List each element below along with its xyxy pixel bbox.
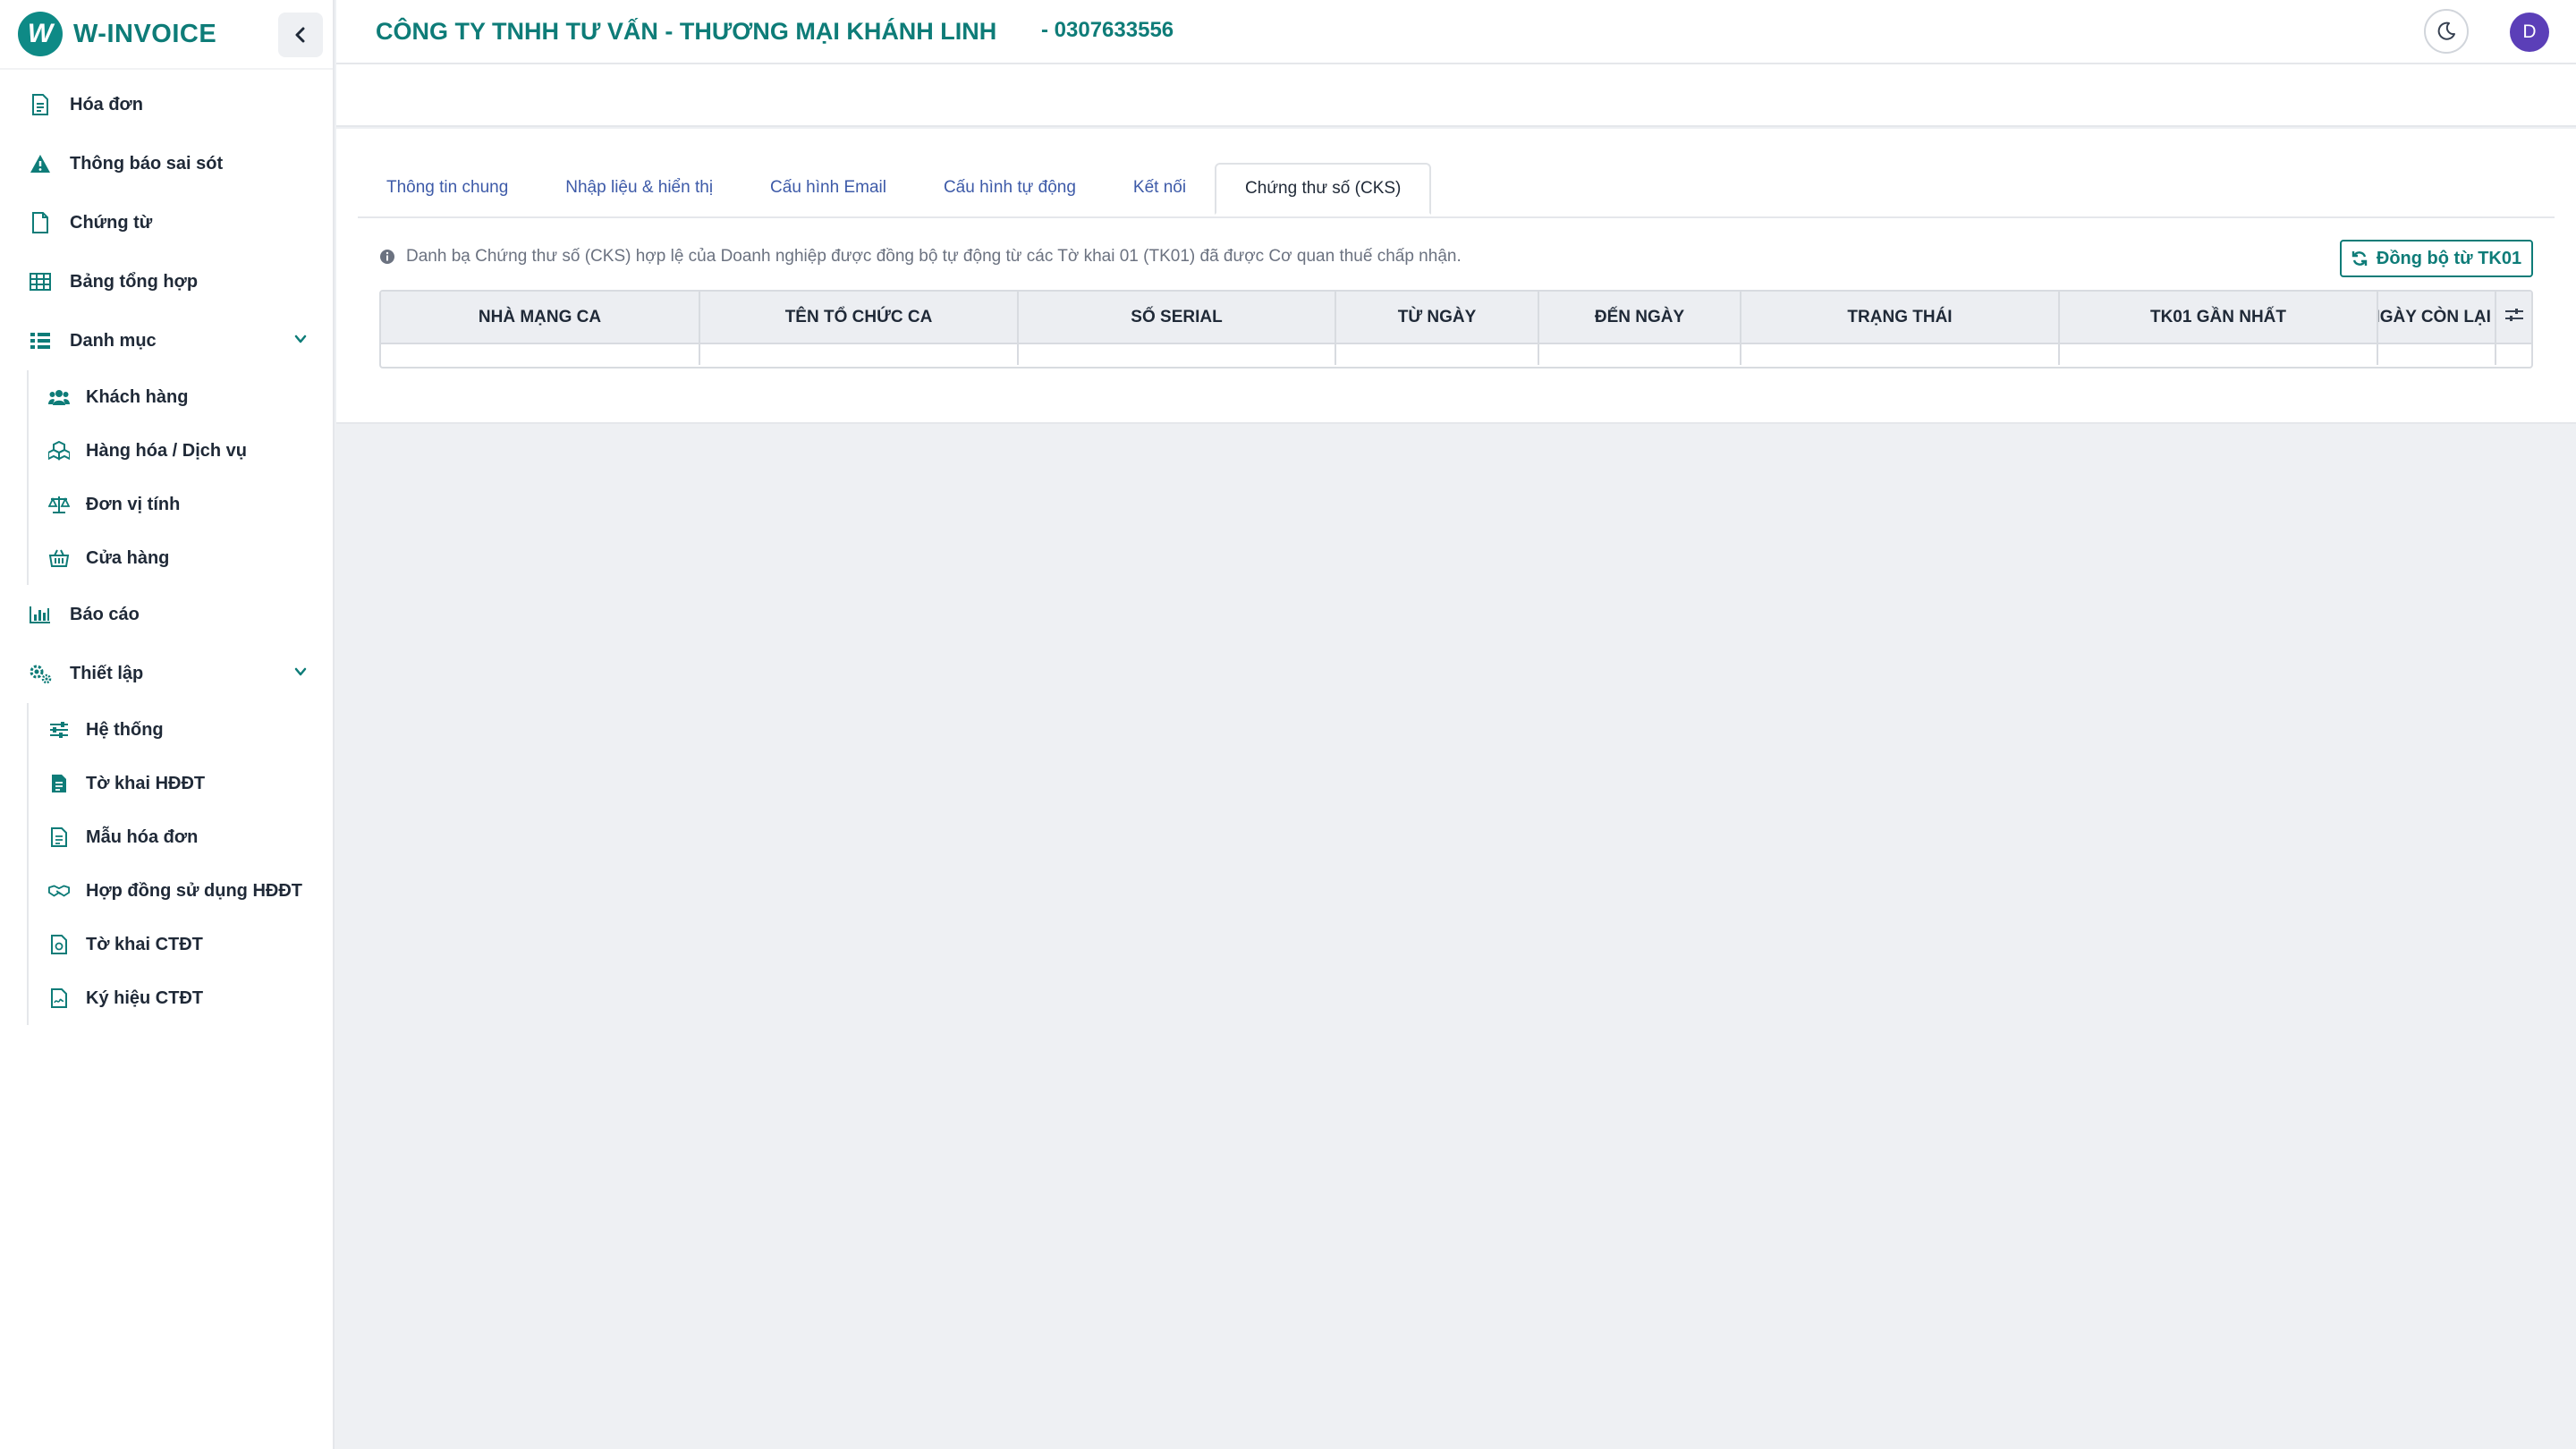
sidebar-item-don-vi-tinh[interactable]: Đơn vị tính: [29, 478, 333, 531]
top-header: CÔNG TY TNHH TƯ VẤN - THƯƠNG MẠI KHÁNH L…: [336, 0, 2576, 64]
sidebar-item-label: Hợp đồng sử dụng HĐĐT: [86, 880, 302, 901]
file-text-icon: [48, 773, 70, 794]
store-icon: [48, 547, 70, 569]
sidebar-item-hop-dong[interactable]: Hợp đồng sử dụng HĐĐT: [29, 864, 333, 918]
column-header[interactable]: ĐẾN NGÀY: [1538, 292, 1741, 344]
column-header[interactable]: NHÀ MẠNG CA: [381, 292, 700, 344]
info-text: Danh bạ Chứng thư số (CKS) hợp lệ của Do…: [406, 247, 1462, 266]
column-header[interactable]: TỪ NGÀY: [1335, 292, 1539, 344]
table-row-empty: [381, 343, 2531, 365]
sidebar-item-label: Thiết lập: [70, 663, 144, 683]
sidebar-item-mau-hoa-don[interactable]: Mẫu hóa đơn: [29, 810, 333, 864]
sidebar-item-ky-hieu-ctdt[interactable]: Ký hiệu CTĐT: [29, 971, 333, 1025]
tab-thong-tin-chung[interactable]: Thông tin chung: [358, 163, 537, 213]
tab-cau-hinh-email[interactable]: Cấu hình Email: [741, 163, 915, 213]
chevron-down-icon: [293, 664, 308, 684]
sidebar-item-label: Đơn vị tính: [86, 494, 181, 514]
sidebar-item-bao-cao[interactable]: Báo cáo: [0, 585, 333, 644]
sidebar-item-label: Hóa đơn: [70, 94, 143, 114]
sliders-icon: [48, 719, 70, 741]
sync-tk01-button[interactable]: Đồng bộ từ TK01: [2340, 240, 2533, 277]
column-header[interactable]: SỐ SERIAL: [1018, 292, 1336, 344]
column-header[interactable]: NGÀY CÒN LẠI: [2377, 292, 2496, 344]
moon-icon: [2437, 21, 2455, 40]
tax-code: - 0307633556: [1041, 18, 1174, 42]
brand-logo[interactable]: W: [18, 12, 63, 56]
handshake-icon: [48, 880, 70, 902]
avatar[interactable]: D: [2510, 13, 2549, 52]
file-contract-icon: [48, 934, 70, 955]
sidebar-item-label: Tờ khai HĐĐT: [86, 773, 206, 793]
file-icon: [29, 211, 52, 234]
submenu-thiet-lap: Hệ thống Tờ khai HĐĐT Mẫu hóa đơn Hợp đồ…: [27, 703, 333, 1025]
sidebar-item-label: Hàng hóa / Dịch vụ: [86, 440, 248, 461]
column-header[interactable]: TRẠNG THÁI: [1741, 292, 2060, 344]
sidebar: W W-INVOICE Hóa đơn Thông báo sai sót Ch…: [0, 0, 335, 1449]
brand: W W-INVOICE: [0, 0, 333, 70]
sidebar-item-hoa-don[interactable]: Hóa đơn: [0, 75, 333, 134]
file-alt-icon: [48, 826, 70, 848]
tab-cau-hinh-tu-dong[interactable]: Cấu hình tự động: [915, 163, 1105, 213]
scale-icon: [48, 494, 70, 515]
sidebar-item-label: Ký hiệu CTĐT: [86, 987, 204, 1008]
sidebar-item-label: Báo cáo: [70, 604, 140, 624]
sidebar-item-label: Tờ khai CTĐT: [86, 934, 203, 954]
sidebar-item-label: Mẫu hóa đơn: [86, 826, 199, 847]
submenu-danh-muc: Khách hàng Hàng hóa / Dịch vụ Đơn vị tín…: [27, 370, 333, 585]
sidebar-item-cua-hang[interactable]: Cửa hàng: [29, 531, 333, 585]
sidebar-item-danh-muc[interactable]: Danh mục: [0, 311, 333, 370]
sidebar-menu: Hóa đơn Thông báo sai sót Chứng từ Bảng …: [0, 70, 333, 370]
sliders-h-icon: [2504, 308, 2523, 321]
table-icon: [29, 270, 52, 293]
sidebar-item-thiet-lap[interactable]: Thiết lập: [0, 644, 333, 703]
theme-toggle-button[interactable]: [2424, 9, 2469, 54]
sidebar-menu-lower: Báo cáo Thiết lập: [0, 585, 333, 703]
column-header[interactable]: TK01 GẦN NHẤT: [2059, 292, 2378, 344]
refresh-icon: [2351, 251, 2368, 266]
info-message: Danh bạ Chứng thư số (CKS) hợp lệ của Do…: [379, 247, 1462, 267]
company-name: CÔNG TY TNHH TƯ VẤN - THƯƠNG MẠI KHÁNH L…: [376, 18, 997, 45]
cks-table: NHÀ MẠNG CA TÊN TỔ CHỨC CA SỐ SERIAL TỪ …: [379, 290, 2533, 369]
sidebar-item-to-khai-ctdt[interactable]: Tờ khai CTĐT: [29, 918, 333, 971]
sidebar-item-label: Thông báo sai sót: [70, 153, 224, 174]
sidebar-item-label: Danh mục: [70, 330, 157, 351]
sidebar-item-he-thong[interactable]: Hệ thống: [29, 703, 333, 757]
column-header[interactable]: TÊN TỔ CHỨC CA: [699, 292, 1019, 344]
chevron-left-icon: [295, 27, 305, 43]
sidebar-item-to-khai-hddt[interactable]: Tờ khai HĐĐT: [29, 757, 333, 810]
file-signature-icon: [48, 987, 70, 1009]
sidebar-collapse-button[interactable]: [278, 13, 323, 57]
chevron-down-icon: [293, 331, 308, 352]
tab-ket-noi[interactable]: Kết nối: [1105, 163, 1215, 213]
boxes-icon: [48, 440, 70, 462]
settings-tabs: Thông tin chung Nhập liệu & hiển thị Cấu…: [358, 163, 2555, 218]
brand-name[interactable]: W-INVOICE: [73, 20, 216, 49]
warning-icon: [29, 152, 52, 175]
sidebar-item-chung-tu[interactable]: Chứng từ: [0, 193, 333, 252]
users-icon: [48, 386, 70, 408]
sidebar-item-label: Khách hàng: [86, 386, 189, 407]
sidebar-item-hang-hoa[interactable]: Hàng hóa / Dịch vụ: [29, 424, 333, 478]
sidebar-item-thong-bao-sai-sot[interactable]: Thông báo sai sót: [0, 134, 333, 193]
sidebar-item-label: Hệ thống: [86, 719, 164, 740]
column-settings-button[interactable]: [2496, 292, 2531, 344]
sidebar-item-bang-tong-hop[interactable]: Bảng tổng hợp: [0, 252, 333, 311]
tab-nhap-lieu[interactable]: Nhập liệu & hiển thị: [537, 163, 741, 213]
sidebar-item-label: Bảng tổng hợp: [70, 271, 199, 292]
sidebar-item-label: Cửa hàng: [86, 547, 170, 568]
sidebar-item-label: Chứng từ: [70, 212, 153, 233]
settings-panel: Thông tin chung Nhập liệu & hiển thị Cấu…: [336, 129, 2576, 424]
chart-icon: [29, 603, 52, 626]
sub-header-bar: [336, 64, 2576, 127]
file-invoice-icon: [29, 93, 52, 116]
tab-chung-thu-so[interactable]: Chứng thư số (CKS): [1215, 163, 1432, 215]
sidebar-item-khach-hang[interactable]: Khách hàng: [29, 370, 333, 424]
list-icon: [29, 329, 52, 352]
gears-icon: [29, 662, 52, 685]
info-circle-icon: [380, 250, 394, 264]
sync-button-label: Đồng bộ từ TK01: [2376, 248, 2522, 268]
